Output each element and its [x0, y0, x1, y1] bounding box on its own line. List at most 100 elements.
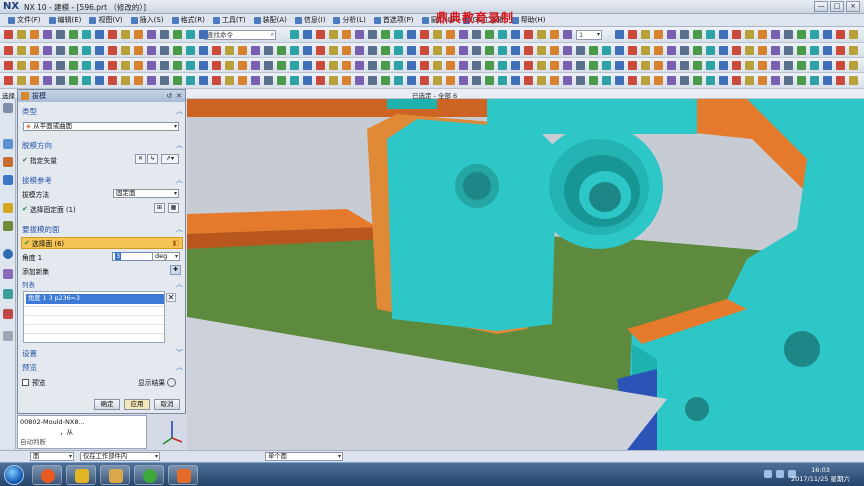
toolbar-command-icon[interactable] — [667, 76, 676, 85]
toolbar-command-icon[interactable] — [797, 61, 806, 70]
toolbar-command-icon[interactable] — [407, 46, 416, 55]
toolbar-command-icon[interactable] — [771, 30, 780, 39]
toolbar-command-icon[interactable] — [823, 46, 832, 55]
toolbar-command-icon[interactable] — [303, 76, 312, 85]
toolbar-command-icon[interactable] — [706, 30, 715, 39]
toolbar-command-icon[interactable] — [355, 61, 364, 70]
toolbar-command-icon[interactable] — [472, 61, 481, 70]
toolbar-command-icon[interactable] — [654, 46, 663, 55]
toolbar-command-icon[interactable] — [394, 61, 403, 70]
toolbar-command-icon[interactable] — [355, 46, 364, 55]
toolbar-command-icon[interactable] — [30, 61, 39, 70]
toolbar-command-icon[interactable] — [524, 30, 533, 39]
toolbar-command-icon[interactable] — [95, 30, 104, 39]
toolbar-command-icon[interactable] — [459, 30, 468, 39]
toolbar-command-icon[interactable] — [121, 61, 130, 70]
toolbar-command-icon[interactable] — [368, 46, 377, 55]
toolbar-command-icon[interactable] — [459, 76, 468, 85]
toolbar-command-icon[interactable] — [186, 30, 195, 39]
toolbar-command-icon[interactable] — [147, 46, 156, 55]
toolbar-command-icon[interactable] — [732, 76, 741, 85]
toolbar-command-icon[interactable] — [381, 46, 390, 55]
menu-file[interactable]: 文件(F) — [4, 15, 45, 25]
list-header[interactable]: 列表 ︿ — [20, 279, 185, 289]
menu-tools[interactable]: 工具(T) — [209, 15, 250, 25]
toolbar-command-icon[interactable] — [771, 46, 780, 55]
toolbar-command-icon[interactable] — [745, 76, 754, 85]
toolbar-command-icon[interactable] — [511, 61, 520, 70]
toolbar-command-icon[interactable] — [381, 30, 390, 39]
toolbar-command-icon[interactable] — [56, 61, 65, 70]
toolbar-command-icon[interactable] — [446, 61, 455, 70]
toolbar-command-icon[interactable] — [498, 30, 507, 39]
angle-input[interactable]: 3 — [112, 252, 154, 261]
toolbar-command-icon[interactable] — [160, 76, 169, 85]
toolbar-command-icon[interactable] — [680, 76, 689, 85]
volume-icon[interactable] — [776, 470, 784, 478]
ok-button[interactable]: 确定 — [94, 399, 120, 410]
toolbar-command-icon[interactable] — [537, 61, 546, 70]
toolbar-command-icon[interactable] — [524, 76, 533, 85]
toolbar-command-icon[interactable] — [199, 30, 208, 39]
toolbar-command-icon[interactable] — [342, 76, 351, 85]
toolbar-command-icon[interactable] — [433, 76, 442, 85]
remove-set-button[interactable]: ✕ — [166, 293, 176, 302]
toolbar-command-icon[interactable] — [628, 76, 637, 85]
toolbar-command-icon[interactable] — [485, 61, 494, 70]
toolbar-command-icon[interactable] — [43, 61, 52, 70]
section-preview-header[interactable]: 预览 ︿ — [20, 362, 185, 372]
toolbar-command-icon[interactable] — [420, 76, 429, 85]
toolbar-command-icon[interactable] — [381, 61, 390, 70]
toolbar-command-icon[interactable] — [524, 61, 533, 70]
work-layer-combo[interactable]: 1 ▾ — [576, 30, 602, 40]
toolbar-command-icon[interactable] — [69, 61, 78, 70]
toolbar-command-icon[interactable] — [849, 76, 858, 85]
toolbar-command-icon[interactable] — [550, 46, 559, 55]
toolbar-command-icon[interactable] — [173, 76, 182, 85]
system-clock[interactable]: 16:03 2017/11/25 星期六 — [791, 466, 850, 484]
toolbar-command-icon[interactable] — [771, 61, 780, 70]
toolbar-command-icon[interactable] — [355, 76, 364, 85]
toolbar-command-icon[interactable] — [563, 46, 572, 55]
toolbar-command-icon[interactable] — [849, 46, 858, 55]
toolbar-command-icon[interactable] — [17, 30, 26, 39]
toolbar-command-icon[interactable] — [615, 61, 624, 70]
toolbar-command-icon[interactable] — [82, 30, 91, 39]
section-direction-header[interactable]: 脱模方向 ︿ — [20, 140, 185, 150]
toolbar-command-icon[interactable] — [342, 61, 351, 70]
toolbar-command-icon[interactable] — [745, 46, 754, 55]
toolbar-command-icon[interactable] — [264, 46, 273, 55]
menu-information[interactable]: 信息(I) — [291, 15, 330, 25]
toolbar-command-icon[interactable] — [316, 61, 325, 70]
toolbar-command-icon[interactable] — [641, 76, 650, 85]
taskbar-app-2[interactable] — [66, 465, 96, 485]
toolbar-command-icon[interactable] — [251, 76, 260, 85]
toolbar-command-icon[interactable] — [732, 46, 741, 55]
toolbar-command-icon[interactable] — [225, 61, 234, 70]
section-faces-header[interactable]: 要拔模的面 ︿ — [20, 224, 185, 234]
toolbar-command-icon[interactable] — [108, 30, 117, 39]
toolbar-command-icon[interactable] — [30, 46, 39, 55]
toolbar-command-icon[interactable] — [472, 30, 481, 39]
toolbar-command-icon[interactable] — [381, 76, 390, 85]
scope-filter-combo[interactable]: 仅在工作部件内 ▾ — [80, 452, 160, 461]
maximize-button[interactable]: □ — [830, 1, 844, 12]
toolbar-command-icon[interactable] — [459, 61, 468, 70]
toolbar-command-icon[interactable] — [420, 61, 429, 70]
toolbar-command-icon[interactable] — [121, 30, 130, 39]
toolbar-command-icon[interactable] — [303, 46, 312, 55]
toolbar-command-icon[interactable] — [4, 30, 13, 39]
toolbar-command-icon[interactable] — [238, 46, 247, 55]
toolbar-command-icon[interactable] — [459, 46, 468, 55]
toolbar-command-icon[interactable] — [290, 76, 299, 85]
toolbar-command-icon[interactable] — [108, 46, 117, 55]
toolbar-command-icon[interactable] — [797, 76, 806, 85]
toolbar-command-icon[interactable] — [758, 76, 767, 85]
toolbar-command-icon[interactable] — [498, 76, 507, 85]
taskbar-app-3[interactable] — [100, 465, 130, 485]
toolbar-command-icon[interactable] — [407, 76, 416, 85]
toolbar-command-icon[interactable] — [212, 46, 221, 55]
toolbar-command-icon[interactable] — [784, 61, 793, 70]
toolbar-command-icon[interactable] — [641, 61, 650, 70]
angle-unit-combo[interactable]: deg ▾ — [152, 252, 180, 261]
